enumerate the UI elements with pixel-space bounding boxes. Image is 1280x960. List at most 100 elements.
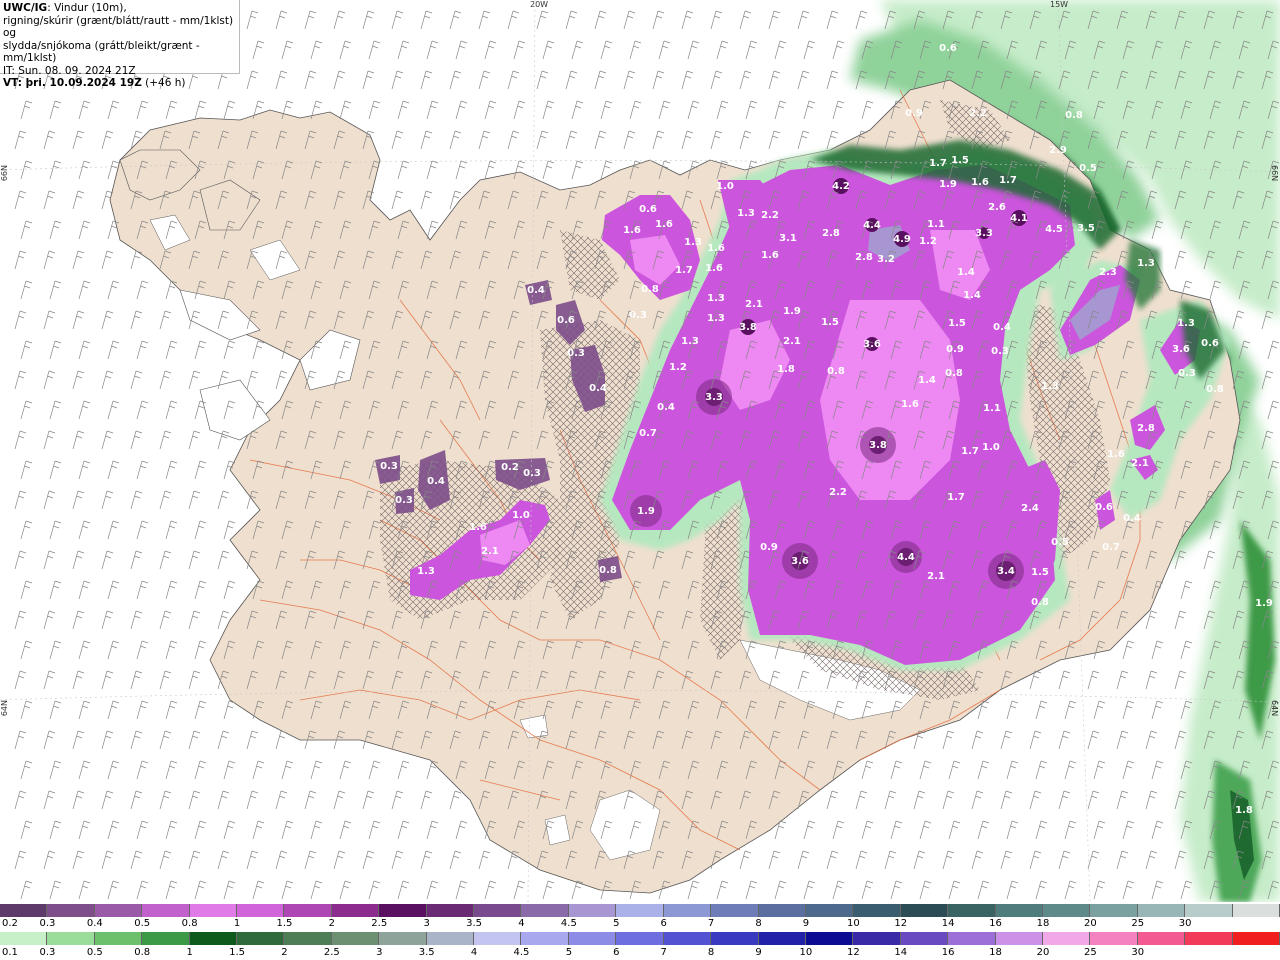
legend-tick-label: 12 [894, 918, 908, 929]
precip-value-label: 1.2 [669, 362, 687, 373]
legend-tick-label: 2.5 [323, 947, 340, 958]
legend-swatch [0, 932, 48, 945]
precip-value-label: 1.9 [1255, 598, 1273, 609]
legend-swatch [900, 932, 949, 945]
precip-value-label: 1.6 [655, 219, 673, 230]
precip-value-label: 1.5 [821, 317, 839, 328]
legend-tick-label: 3.5 [466, 918, 483, 929]
precip-value-label: 2.4 [1021, 503, 1039, 514]
legend-snow-labels: 0.2 0.3 0.4 0.5 0.8 1 1.5 2 2.5 3 3.5 4 4.5 5 6 7 8 9 10 12… [0, 918, 1280, 930]
legend-swatch [142, 904, 190, 917]
precip-value-label: 2.2 [829, 487, 847, 498]
precip-value-label: 0.6 [939, 43, 957, 54]
legend-swatch [1185, 904, 1233, 917]
legend-tick-label: 4.5 [560, 918, 577, 929]
precip-value-label: 4.9 [893, 234, 911, 245]
precip-value-label: 3.3 [705, 392, 723, 403]
precip-value-label: 1.4 [963, 290, 981, 301]
precip-value-label: 1.3 [417, 566, 435, 577]
legend-swatch [853, 904, 901, 917]
precip-value-label: 0.8 [599, 565, 617, 576]
legend-swatch [1232, 904, 1280, 917]
precip-value-label: 1.3 [1177, 318, 1195, 329]
precip-value-label: 0.3 [567, 348, 585, 359]
legend-tick-label: 12 [846, 947, 860, 958]
legend-tick-label: 10 [846, 918, 860, 929]
precip-value-label: 1.6 [705, 263, 723, 274]
legend-tick-label: 20 [1083, 918, 1097, 929]
precip-value-label: 2.8 [1137, 423, 1155, 434]
precip-value-label: 3.8 [739, 322, 757, 333]
legend-swatch [142, 932, 190, 945]
precip-value-label: 0.8 [1065, 110, 1083, 121]
legend-tick-label: 1 [233, 918, 241, 929]
precip-value-label: 0.4 [657, 402, 675, 413]
lat-label-66n-right: 66N [1270, 165, 1279, 182]
legend-tick-label: 3.5 [418, 947, 435, 958]
legend-tick-label: 0.2 [2, 918, 18, 929]
precip-value-label: 1.8 [1235, 805, 1253, 816]
precip-value-label: 0.3 [1178, 368, 1196, 379]
precip-value-label: 1.6 [971, 177, 989, 188]
weather-map: 0.6 2.2 0.9 0.8 2.9 0.5 1.7 1.5 1.9 1.6 1.7 2.6 4.1 4… [0, 0, 1280, 902]
legend-tick-label: 18 [989, 947, 1002, 958]
legend-snow-scale [0, 904, 1280, 917]
precip-value-label: 1.0 [982, 442, 1000, 453]
legend-tick-label: 1.5 [276, 918, 293, 929]
legend-swatch [948, 904, 996, 917]
legend-tick-label: 9 [755, 947, 762, 958]
precip-value-label: 0.6 [557, 315, 575, 326]
legend-tick-label: 7 [660, 947, 667, 958]
precip-value-label: 0.8 [827, 366, 845, 377]
legend-tick-label: 0.3 [39, 918, 56, 929]
precip-value-label: 3.6 [791, 556, 809, 567]
precip-value-label: 1.2 [919, 236, 937, 247]
precip-value-label: 2.2 [969, 108, 987, 119]
precip-value-label: 3.6 [863, 339, 881, 350]
precip-value-label: 0.8 [1031, 597, 1049, 608]
precip-value-label: 0.7 [639, 428, 657, 439]
legend-swatch [1137, 904, 1186, 917]
precip-value-label: 2.1 [927, 571, 945, 582]
info-line-rain: rigning/skúrir (grænt/blátt/rautt - mm/1… [3, 14, 234, 40]
legend-swatch [1042, 904, 1091, 917]
precip-value-label: 0.3 [523, 468, 541, 479]
legend-tick-label: 25 [1131, 918, 1145, 929]
precip-value-label: 3.1 [779, 233, 797, 244]
precip-value-label: 0.5 [1079, 163, 1097, 174]
legend-tick-label: 4.5 [513, 947, 530, 958]
precip-value-label: 1.8 [777, 364, 795, 375]
precip-value-label: 2.9 [1049, 145, 1067, 156]
legend-tick-label: 25 [1083, 947, 1097, 958]
precip-value-label: 2.8 [855, 252, 873, 263]
lon-label-20w: 20W [530, 0, 549, 9]
legend-tick-label: 2 [281, 947, 288, 958]
forecast-hour: (+46 h) [141, 77, 186, 89]
legend-tick-label: 5 [613, 918, 620, 929]
legend-tick-label: 9 [802, 918, 810, 929]
precip-value-label: 0.3 [395, 495, 413, 506]
legend-tick-label: 3 [376, 947, 383, 958]
precip-value-label: 1.3 [737, 208, 755, 219]
precip-value-label: 3.3 [975, 228, 993, 239]
info-line-init-time: IT: Sun. 08. 09. 2024 21Z [3, 64, 136, 77]
precip-value-label: 0.2 [501, 462, 519, 473]
legend-swatch [1090, 904, 1138, 917]
legend-tick-label: 20 [1036, 947, 1050, 958]
legend-tick-label: 1.5 [229, 947, 245, 958]
legend-swatch [47, 904, 95, 917]
legend-tick-label: 10 [799, 947, 813, 958]
precip-value-label: 0.4 [527, 285, 545, 296]
precip-value-label: 0.3 [629, 310, 647, 321]
legend-swatch [663, 904, 712, 917]
precip-value-label: 0.9 [905, 108, 923, 119]
precip-value-label: 1.5 [1031, 567, 1049, 578]
legend-swatch [521, 932, 569, 945]
legend-tick-label: 7 [707, 918, 715, 929]
title-rest: : Vindur (10m), [47, 2, 127, 14]
legend-swatch [1042, 932, 1091, 945]
legend-swatch [331, 904, 380, 917]
lat-label-64n-left: 64N [0, 700, 9, 717]
legend-swatch [568, 904, 617, 917]
legend-tick-label: 0.3 [39, 947, 56, 958]
